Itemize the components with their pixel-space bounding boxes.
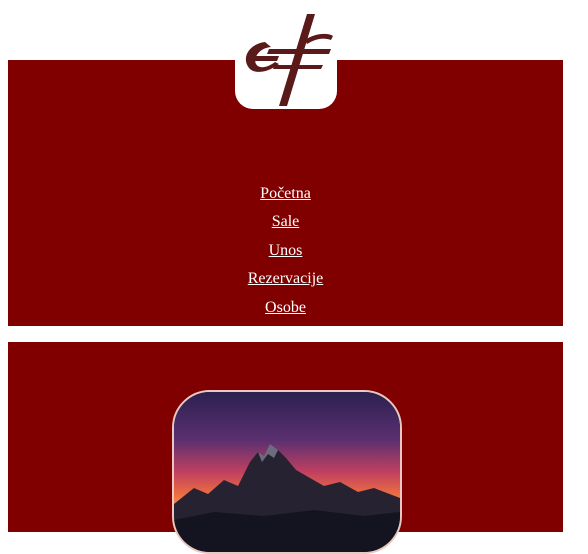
nav-link-osobe[interactable]: Osobe bbox=[265, 294, 306, 322]
nav-link-pocetna[interactable]: Početna bbox=[260, 180, 311, 208]
nav-link-rezervacije[interactable]: Rezervacije bbox=[248, 265, 324, 293]
hero-image bbox=[172, 390, 402, 554]
nav-link-sale[interactable]: Sale bbox=[272, 208, 300, 236]
logo-icon bbox=[245, 14, 333, 106]
mountain-sunset-image bbox=[174, 392, 400, 552]
nav-link-unos[interactable]: Unos bbox=[269, 237, 303, 265]
main-nav: Početna Sale Unos Rezervacije Osobe bbox=[8, 180, 563, 322]
logo[interactable] bbox=[235, 12, 337, 109]
